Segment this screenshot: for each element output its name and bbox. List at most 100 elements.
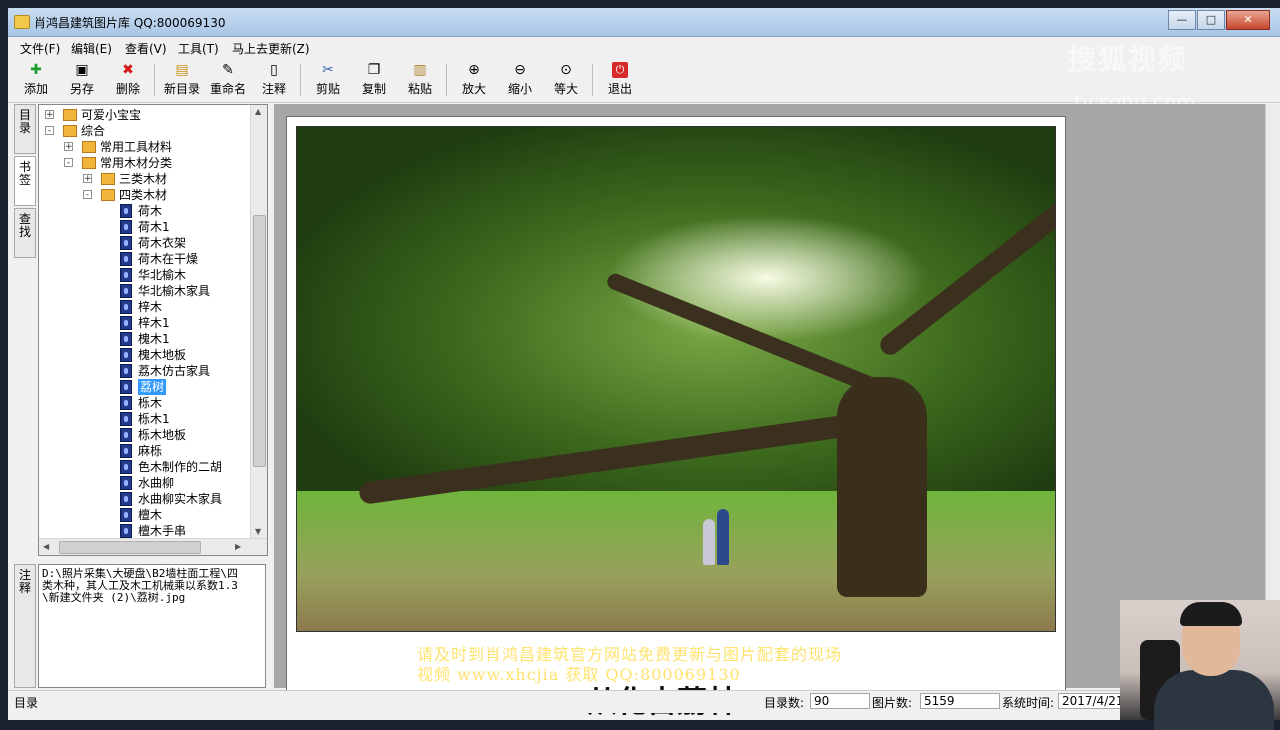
expand-icon[interactable]: + <box>83 174 92 184</box>
image-file-icon <box>120 460 132 474</box>
tree-item-label: 檀木 <box>138 508 163 522</box>
image-file-icon <box>120 348 132 362</box>
tree-item-label: 常用工具材料 <box>100 140 173 154</box>
menu-update[interactable]: 马上去更新(Z) <box>232 40 310 57</box>
menu-view[interactable]: 查看(V) <box>125 40 167 57</box>
menu-edit[interactable]: 编辑(E) <box>71 40 112 57</box>
photo-branch <box>876 195 1055 359</box>
tree-item-label: 四类木材 <box>119 188 168 202</box>
collapse-icon[interactable]: - <box>64 158 73 168</box>
tree-item-label: 荔木仿古家具 <box>138 364 211 378</box>
tree-item-label: 水曲柳实木家具 <box>138 492 223 506</box>
scroll-down-icon[interactable]: ▼ <box>255 527 261 536</box>
new-folder-icon: ▤ <box>175 62 189 78</box>
tree-item-label: 荷木 <box>138 204 163 218</box>
toolbar-separator <box>154 64 155 96</box>
tree-item-label: 梓木1 <box>138 316 170 330</box>
pic-count-label: 图片数: <box>872 696 913 710</box>
menu-tools[interactable]: 工具(T) <box>178 40 219 57</box>
image-file-icon <box>120 268 132 282</box>
note-button[interactable]: ▯ 注释 <box>252 60 296 100</box>
image-file-icon <box>120 364 132 378</box>
zoom-out-button[interactable]: ⊖ 缩小 <box>498 60 542 100</box>
maximize-button[interactable]: □ <box>1197 10 1225 30</box>
collapse-icon[interactable]: - <box>83 190 92 200</box>
image-file-icon <box>120 428 132 442</box>
menu-file[interactable]: 文件(F) <box>20 40 60 57</box>
paste-button[interactable]: ▥ 粘贴 <box>398 60 442 100</box>
scroll-up-icon[interactable]: ▲ <box>255 107 261 116</box>
zoom-in-button[interactable]: ⊕ 放大 <box>452 60 496 100</box>
directory-tree: + 可爱小宝宝 - 综合 + 常用工具材料 - 常用木材分类 + 三类木材 - 四类木材 荷木 荷木1 荷木… <box>38 104 268 556</box>
folder-icon <box>101 189 115 201</box>
scroll-right-icon[interactable]: ▶ <box>235 542 241 551</box>
tree-item-label: 梓木 <box>138 300 163 314</box>
collapse-icon[interactable]: - <box>45 126 54 136</box>
paste-icon: ▥ <box>413 62 427 78</box>
tree-photo <box>296 126 1056 632</box>
tree-item-label: 三类木材 <box>119 172 168 186</box>
window-title: 肖鸿昌建筑图片库 QQ:800069130 <box>34 16 226 30</box>
image-file-icon <box>120 396 132 410</box>
photo-person <box>703 519 715 565</box>
tree-horizontal-scrollbar[interactable]: ◀ ▶ <box>39 538 267 555</box>
tree-item-label: 栎木1 <box>138 412 170 426</box>
folder-icon <box>101 173 115 185</box>
webcam-hair <box>1180 602 1242 626</box>
time-value: 2017/4/21 <box>1058 693 1128 709</box>
tab-search[interactable]: 查找 <box>14 208 36 258</box>
actual-size-icon: ⊙ <box>560 62 572 78</box>
actual-size-button[interactable]: ⊙ 等大 <box>544 60 588 100</box>
tree-item-label: 常用木材分类 <box>100 156 173 170</box>
notes-text[interactable]: D:\照片采集\大硬盘\B2墙柱面工程\四类木种，其人工及木工机械乘以系数1.3… <box>42 568 248 604</box>
tree-vertical-scrollbar[interactable]: ▲ ▼ <box>250 105 267 539</box>
copy-button[interactable]: ❐ 复制 <box>352 60 396 100</box>
delete-icon: ✖ <box>122 62 134 78</box>
tab-bookmarks[interactable]: 书签 <box>14 156 36 206</box>
tree-item-label: 槐木1 <box>138 332 170 346</box>
notes-panel[interactable]: D:\照片采集\大硬盘\B2墙柱面工程\四类木种，其人工及木工机械乘以系数1.3… <box>38 564 266 688</box>
save-icon: ▣ <box>75 62 89 78</box>
delete-button[interactable]: ✖ 删除 <box>106 60 150 100</box>
scrollbar-thumb[interactable] <box>59 541 201 554</box>
copy-icon: ❐ <box>367 62 381 78</box>
tree-item-label: 檀木手串 <box>138 524 187 538</box>
brand-watermark: 搜狐视频 <box>1068 43 1189 76</box>
image-file-icon <box>120 300 132 314</box>
folder-icon <box>82 157 96 169</box>
toolbar-separator <box>300 64 301 96</box>
save-as-button[interactable]: ▣ 另存 <box>60 60 104 100</box>
image-page: 请及时到肖鸿昌建筑官方网站免费更新与图片配套的现场 视频 www.xhcjia … <box>286 116 1066 720</box>
exit-button[interactable]: ⏻ 退出 <box>598 60 642 100</box>
tree-item-label: 水曲柳 <box>138 476 175 490</box>
add-button[interactable]: ✚ 添加 <box>14 60 58 100</box>
rename-button[interactable]: ✎ 重命名 <box>206 60 250 100</box>
close-button[interactable]: ✕ <box>1226 10 1270 30</box>
tree-item-label: 荔树 <box>138 379 167 395</box>
tree-item-label: 华北榆木家具 <box>138 284 211 298</box>
tree-item-label: 可爱小宝宝 <box>81 108 142 122</box>
exit-icon: ⏻ <box>612 62 628 78</box>
tab-directory[interactable]: 目录 <box>14 104 36 154</box>
tree-item-label: 麻栎 <box>138 444 163 458</box>
minimize-button[interactable]: — <box>1168 10 1196 30</box>
pic-count-value: 5159 <box>920 693 1000 709</box>
new-folder-button[interactable]: ▤ 新目录 <box>160 60 204 100</box>
zoom-in-icon: ⊕ <box>468 62 480 78</box>
cut-icon: ✂ <box>322 62 334 78</box>
expand-icon[interactable]: + <box>64 142 73 152</box>
cut-button[interactable]: ✂ 剪贴 <box>306 60 350 100</box>
status-bar: 目录 目录数: 90 图片数: 5159 系统时间: 2017/4/21 <box>8 690 1280 713</box>
folder-icon <box>63 125 77 137</box>
scroll-left-icon[interactable]: ◀ <box>43 542 49 551</box>
watermark-line: 请及时到肖鸿昌建筑官方网站免费更新与图片配套的现场 <box>417 645 843 664</box>
folder-icon <box>82 141 96 153</box>
expand-icon[interactable]: + <box>45 110 54 120</box>
scrollbar-thumb[interactable] <box>253 215 266 467</box>
photo-trunk <box>837 377 927 597</box>
status-left: 目录 <box>14 696 39 710</box>
tab-notes[interactable]: 注释 <box>14 564 36 688</box>
tree-item-label: 荷木在干燥 <box>138 252 199 266</box>
image-file-icon <box>120 252 132 266</box>
tree-item-label: 色木制作的二胡 <box>138 460 223 474</box>
